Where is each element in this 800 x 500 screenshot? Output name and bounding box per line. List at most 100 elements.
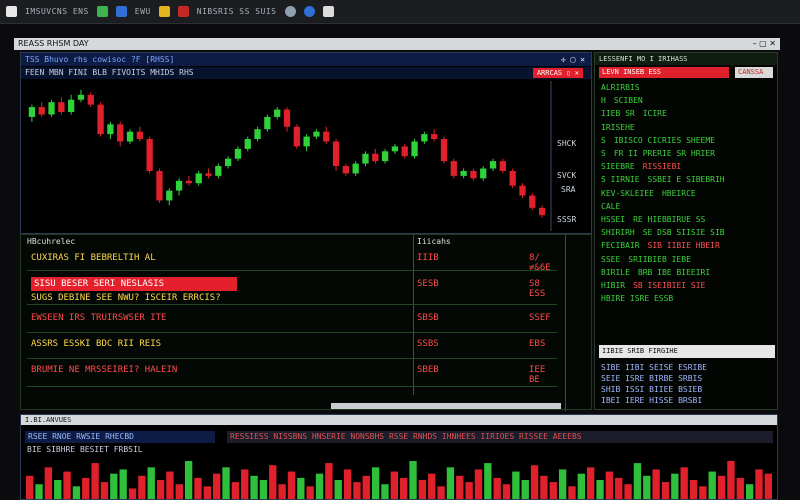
price-chart-window: TSS Bhuvo rhs cowisoc ?F [RHSS] ✢ ▢ ✕ FE…	[20, 52, 592, 234]
refresh-icon[interactable]	[303, 6, 315, 17]
candle-body	[254, 129, 261, 140]
candle-body	[293, 126, 300, 147]
axis-label-4: SSSR	[557, 215, 577, 224]
order-panel-bottom-line: SIBE IIBI SEISE ESRIBE	[601, 363, 707, 372]
folder-icon[interactable]	[158, 6, 170, 17]
window-icon[interactable]	[322, 6, 334, 17]
volume-bar	[474, 469, 483, 499]
axis-label-2: SVCK	[557, 171, 577, 180]
candle-body	[283, 109, 291, 127]
axis-label-1: SHCK	[557, 139, 577, 148]
volume-bar	[549, 482, 557, 499]
candle-body	[470, 170, 477, 179]
watchlist-header-left: HBcuhrelec	[27, 237, 76, 246]
order-panel-line: SHIRIRH SE DSB SIISIE SIB	[601, 228, 725, 237]
candle-body	[313, 131, 320, 137]
order-panel-bar[interactable]: IIBIE SRIB FIRGIHE	[599, 345, 775, 358]
order-panel-line-key: HSSEI	[601, 215, 626, 224]
volume-bar	[764, 473, 772, 499]
window-controls[interactable]: – ▢ ✕	[753, 38, 776, 50]
order-panel-line-key: S	[601, 149, 606, 158]
blue-icon[interactable]	[115, 6, 127, 17]
row-name: ASSRS ESSKI BDC RII REIS	[31, 339, 162, 349]
volume-bar	[418, 480, 427, 499]
gear-icon[interactable]	[284, 6, 296, 17]
volume-bar	[231, 482, 240, 499]
volume-bar	[250, 475, 258, 499]
volume-sub-label: BIE SIBHRE BESIET FRBSIL	[27, 445, 143, 454]
candle-body	[244, 139, 251, 149]
green-icon[interactable]	[96, 6, 108, 17]
volume-bar	[661, 482, 670, 499]
watchlist-row[interactable]: SISU BESER SERI NESLASIS SUGS DEBINE SEE…	[27, 275, 557, 305]
candle-body	[440, 139, 448, 162]
order-panel-line-value: IBISCO CICRIES SHEEME	[613, 135, 715, 145]
volume-window: I.BI.ANVUES RSEE RNOE RWSIE RHECBD RESSI…	[20, 414, 778, 500]
volume-window-title: I.BI.ANVUES	[21, 415, 777, 425]
red-icon[interactable]	[177, 6, 189, 17]
volume-bar	[156, 480, 165, 499]
candle-body	[146, 139, 153, 171]
volume-bar	[166, 471, 174, 499]
volume-bar	[325, 463, 333, 499]
volume-bar	[428, 473, 436, 499]
app-title: REASS RHSM DAY	[18, 39, 89, 48]
volume-filter-bar[interactable]: RSEE RNOE RWSIE RHECBD	[25, 431, 215, 443]
candlestick-chart[interactable]	[21, 81, 591, 233]
horizontal-scrollbar[interactable]	[331, 403, 561, 409]
volume-bar	[689, 480, 698, 499]
candle-body	[68, 99, 75, 113]
row-change: S8 ESS	[529, 279, 546, 299]
order-panel-tab[interactable]: CANSSA	[735, 67, 773, 78]
volume-bar	[63, 471, 71, 499]
volume-bar	[362, 475, 370, 499]
order-panel-line: S FR II PRERIE SR HRIER	[601, 149, 715, 158]
volume-bar	[484, 463, 492, 499]
watchlist-row[interactable]: EWSEEN IRS TRUIRSWSER ITE SBSB SSEF	[27, 309, 557, 333]
candle-body	[185, 180, 193, 184]
order-panel-title: LESSENFI MO I IRIHASS	[595, 53, 777, 65]
volume-bar	[353, 482, 361, 499]
candle-body	[489, 161, 497, 169]
volume-bar	[184, 461, 193, 499]
volume-bar	[26, 475, 34, 499]
toolbar-label-1: IMSUVCNS ENS	[25, 7, 89, 16]
volume-bar	[390, 471, 398, 499]
watchlist-row[interactable]: ASSRS ESSKI BDC RII REIS SSBS EBS	[27, 335, 557, 359]
order-panel-line-value: HBEIRCE	[661, 188, 696, 198]
order-panel-line-value: SIB IIBIE HBEIR	[647, 241, 720, 251]
chart-window-controls[interactable]: ✢ ▢ ✕	[561, 53, 585, 66]
volume-bar	[194, 477, 202, 499]
candle-body	[450, 161, 457, 176]
row-change: SSEF	[529, 313, 551, 323]
chart-alert-badge[interactable]: ARRCAS ▯ ✕	[532, 68, 583, 78]
volume-bar	[446, 467, 455, 499]
watchlist-row[interactable]: CUXIRAS FI BEBRELTIH AL IIIB 8/ ≠&6E	[27, 249, 557, 273]
app-icon[interactable]	[6, 6, 17, 17]
volume-bar	[72, 486, 81, 499]
candle-body	[460, 170, 467, 176]
order-panel-line: HBIRE ISRE ESSB	[601, 294, 681, 303]
order-panel-line-value: SB ISEIBIEI SIE	[633, 281, 706, 290]
volume-bar	[568, 486, 576, 499]
order-panel-tab-active[interactable]: LEVN INSEB ESS	[599, 67, 729, 78]
volume-bar	[745, 484, 754, 499]
chart-title: TSS Bhuvo rhs cowisoc ?F [RHSS]	[25, 55, 175, 64]
volume-bar	[203, 486, 211, 499]
row-change: IEE BE	[529, 365, 546, 385]
top-toolbar: IMSUVCNS ENS EWU NIBSRIS SS SUIS	[0, 0, 800, 24]
candle-body	[224, 158, 232, 167]
candle-body	[234, 148, 242, 159]
volume-bar	[615, 477, 623, 499]
volume-bar	[605, 471, 614, 499]
watchlist-row[interactable]: BRUMIE NE MRSSEIREI? HALEIN SBEB IEE BE	[27, 361, 557, 387]
volume-bar	[128, 488, 137, 499]
volume-bar	[577, 473, 585, 499]
volume-bar	[110, 473, 118, 499]
candle-body	[332, 141, 340, 167]
volume-bar	[138, 475, 146, 499]
chart-subheader: FEEN MBN FINI BLB FIVOITS MHIDS RHS ARRC…	[21, 67, 591, 79]
row-value: SSBS	[417, 339, 439, 349]
axis-label-3: SRA	[561, 185, 576, 194]
row-value: SESB	[417, 279, 439, 289]
